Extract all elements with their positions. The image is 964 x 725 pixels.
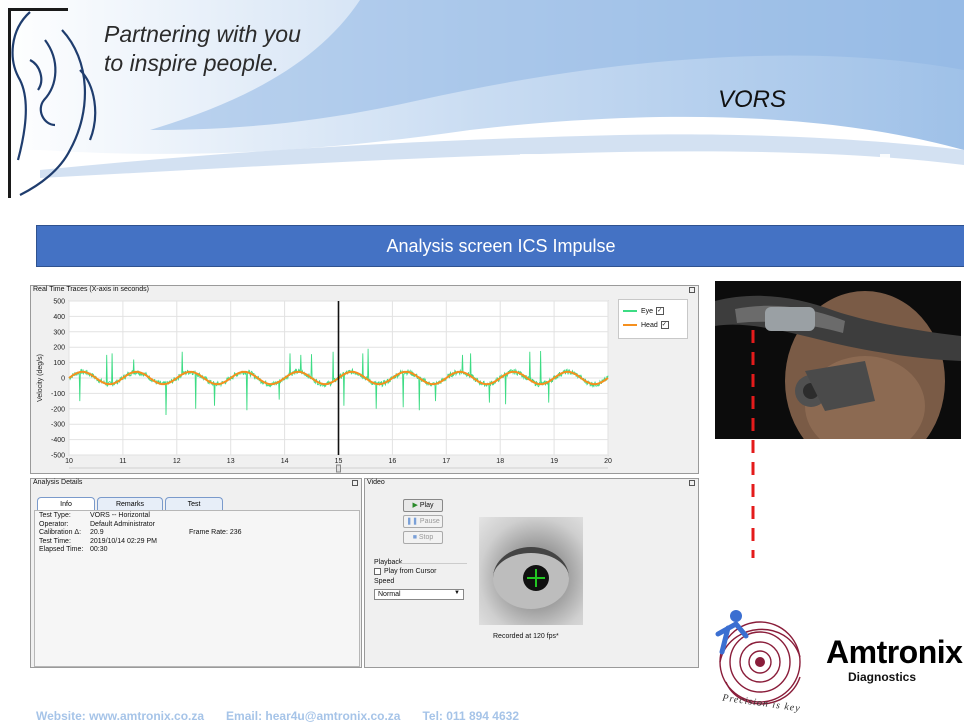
legend-checkbox-head[interactable]: ✓ [660,321,669,329]
x-tick-label: 20 [604,458,612,465]
pause-button[interactable]: ❚❚ Pause [403,515,443,528]
legend-item-eye: Eye ✓ [623,307,665,315]
logo-name: Amtronix [826,634,963,670]
play-icon: ▶ [412,502,418,509]
y-tick-label: -200 [51,406,65,413]
velocity-chart[interactable]: 500 400 300 200 100 0 -100 -200 -300 -400 -50010 11… [31,294,698,474]
y-tick-label: 300 [53,329,65,336]
x-tick-label: 12 [173,458,181,465]
eye-video-frame[interactable] [479,517,583,625]
speed-select-value: Normal [378,591,401,598]
y-tick-label: 0 [61,376,65,383]
test-name-heading: VORS [718,86,787,113]
video-panel-title: Video [367,479,385,486]
analysis-details-title: Analysis Details [33,479,83,486]
panel-maximize-icon[interactable] [689,287,695,293]
x-tick-label: 13 [227,458,235,465]
footer-email[interactable]: Email: hear4u@amtronix.co.za [226,709,400,723]
stop-button-label: Stop [418,534,434,541]
panel-maximize-icon[interactable] [352,480,358,486]
y-tick-label: -300 [51,422,65,429]
amtronix-logo: Precision is key Amtronix Diagnostics [708,602,964,725]
x-tick-label: 16 [389,458,397,465]
slide-title-bar: Analysis screen ICS Impulse [36,225,964,267]
footer-contact: Website: www.amtronix.co.za Email: hear4u… [36,709,541,723]
y-tick-label: 500 [53,299,65,306]
chart-legend: Eye ✓ Head ✓ [618,299,688,339]
speed-label: Speed [374,578,395,585]
calibration-label: Calibration Δ: [39,529,82,536]
playback-divider [399,563,467,564]
operator-value: Default Administrator [90,520,155,528]
x-tick-label: 14 [281,458,289,465]
play-from-cursor-option[interactable]: Play from Cursor [374,568,437,575]
x-tick-label: 10 [65,458,73,465]
elapsed-time-value: 00:30 [90,546,108,553]
y-tick-label: -400 [51,437,65,444]
play-from-cursor-checkbox[interactable] [374,568,381,575]
speed-select[interactable]: Normal ▼ [374,589,464,600]
operator-label: Operator: [39,520,69,528]
elapsed-time-label: Elapsed Time: [39,546,84,553]
legend-item-head: Head ✓ [623,321,669,329]
play-from-cursor-label: Play from Cursor [384,568,437,575]
info-field-labels: Test Type: Operator: Calibration Δ: Test… [39,512,83,555]
test-time-label: Test Time: [39,537,71,545]
traces-panel: Real Time Traces (X-axis in seconds) 500… [30,285,699,474]
analysis-details-panel: Analysis Details Info Remarks Test Test … [30,478,362,668]
y-tick-label: -500 [51,453,65,460]
tab-info[interactable]: Info [37,497,95,510]
frame-rate: Frame Rate: 236 [189,529,242,536]
tagline: Partnering with you to inspire people. [104,20,301,78]
recorded-fps: Recorded at 120 fps* [493,633,559,640]
y-tick-label: 400 [53,314,65,321]
y-tick-label: -100 [51,391,65,398]
footer-tel: Tel: 011 894 4632 [422,709,519,723]
play-button-label: Play [419,502,434,509]
logo-subtitle: Diagnostics [848,670,917,684]
legend-label-head: Head [641,321,658,329]
red-dashed-pointer [751,330,755,558]
y-tick-label: 200 [53,345,65,352]
panel-maximize-icon[interactable] [689,480,695,486]
info-tab-content: Test Type: Operator: Calibration Δ: Test… [34,510,360,667]
chevron-down-icon: ▼ [454,590,460,596]
y-tick-label: 100 [53,360,65,367]
pause-button-label: Pause [419,518,440,525]
x-tick-label: 18 [496,458,504,465]
pause-icon: ❚❚ [406,518,418,525]
tagline-line-1: Partnering with you [104,21,301,47]
x-tick-label: 17 [442,458,450,465]
tab-test[interactable]: Test [165,497,223,510]
tab-remarks[interactable]: Remarks [97,497,163,510]
legend-swatch-eye [623,310,637,312]
legend-label-eye: Eye [641,307,654,315]
stop-button[interactable]: ■ Stop [403,531,443,544]
traces-panel-title: Real Time Traces (X-axis in seconds) [33,286,149,293]
test-type-value: VORS -- Horizontal [90,512,150,519]
stop-icon: ■ [412,534,417,541]
x-tick-label: 19 [550,458,558,465]
test-time-value: 2019/10/14 02:29 PM [90,537,157,545]
video-panel: Video ▶ Play ❚❚ Pause ■ Stop Playback Pl… [364,478,699,668]
calibration-value: 20.9 [90,529,104,536]
test-type-label: Test Type: [39,512,71,519]
info-field-values: VORS -- Horizontal Default Administrator… [90,512,157,555]
y-axis-label: Velocity (deg/s) [37,354,44,402]
x-tick-label: 15 [335,458,343,465]
footer-website[interactable]: Website: www.amtronix.co.za [36,709,204,723]
crosshair-icon [527,577,545,579]
tagline-line-2: to inspire people. [104,50,280,76]
play-button[interactable]: ▶ Play [403,499,443,512]
legend-swatch-head [623,324,637,326]
scroll-thumb[interactable] [336,464,341,473]
x-tick-label: 11 [119,458,126,465]
slide-title: Analysis screen ICS Impulse [386,235,616,256]
legend-checkbox-eye[interactable]: ✓ [656,307,665,315]
